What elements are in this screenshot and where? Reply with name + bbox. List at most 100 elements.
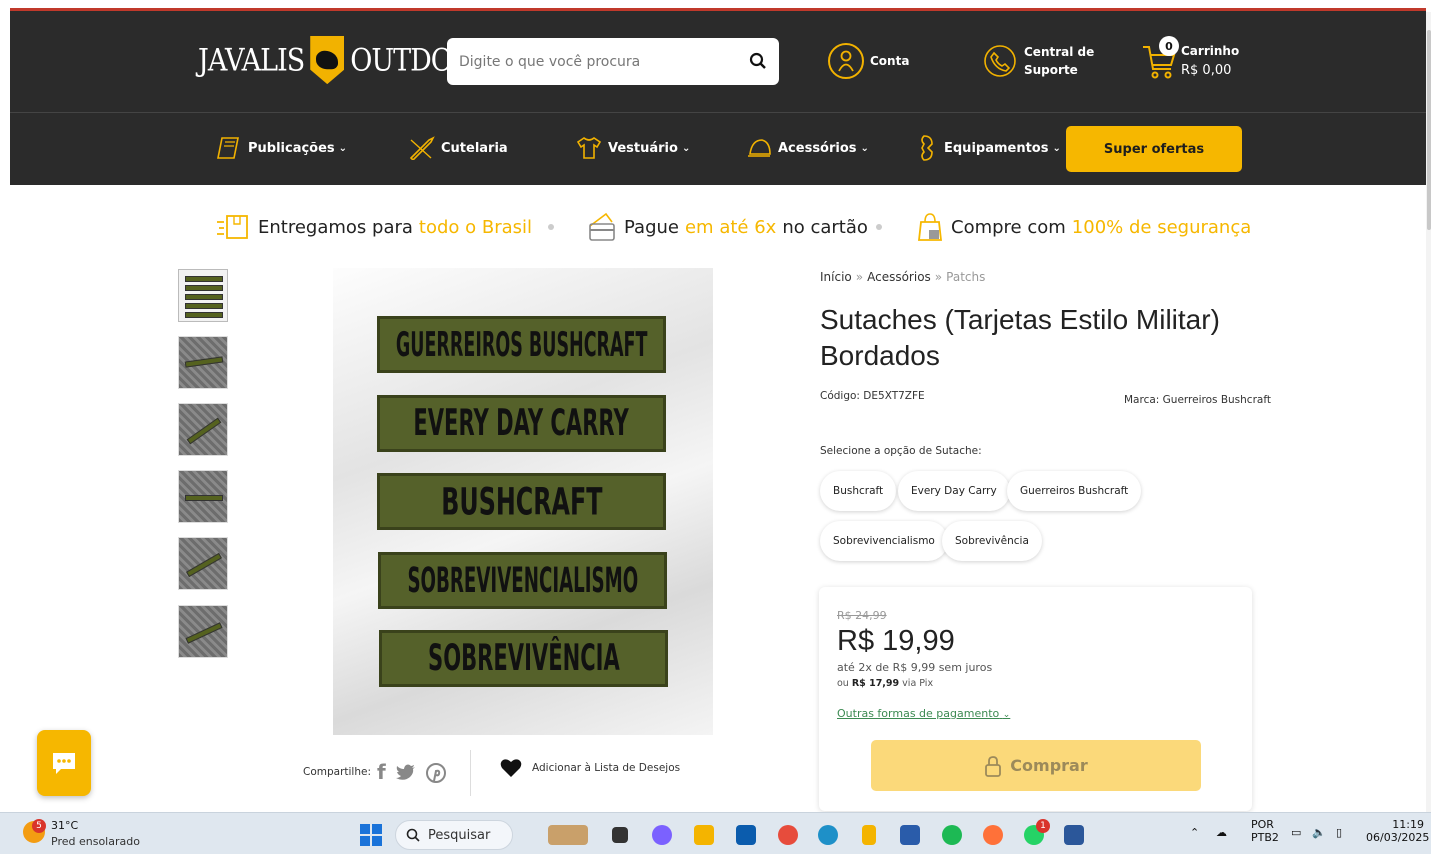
patch-label: EVERY DAY CARRY xyxy=(413,402,630,445)
store-icon[interactable] xyxy=(736,825,756,845)
heart-icon xyxy=(500,759,522,777)
product-thumbnail[interactable] xyxy=(178,269,228,322)
other-payments-link[interactable]: Outras formas de pagamento ⌄ xyxy=(837,707,1010,720)
onedrive-icon[interactable]: ☁ xyxy=(1216,826,1227,839)
product-main-image[interactable]: GUERREIROS BUSHCRAFT EVERY DAY CARRY BUS… xyxy=(333,268,713,735)
breadcrumb-home[interactable]: Início xyxy=(820,270,852,284)
nav-acessorios-label: Acessórios xyxy=(778,140,857,156)
product-thumbnail[interactable] xyxy=(178,336,228,389)
product-thumbnail[interactable] xyxy=(178,537,228,590)
clock-time: 11:19 xyxy=(1392,818,1424,831)
book-icon xyxy=(217,137,239,159)
product-brand[interactable]: Marca: Guerreiros Bushcraft xyxy=(1124,394,1271,406)
volume-icon[interactable]: 🔈 xyxy=(1312,826,1326,839)
shirt-icon xyxy=(576,137,602,159)
benefit-installments-suffix: no cartão xyxy=(782,216,868,238)
app-icon[interactable] xyxy=(900,825,920,845)
breadcrumb: Início» Acessórios» Patchs xyxy=(820,270,986,284)
twitter-icon[interactable] xyxy=(395,763,416,783)
battery-icon[interactable]: ▯ xyxy=(1336,826,1342,839)
patch-sobrevivencia: SOBREVIVÊNCIA xyxy=(379,630,668,687)
chevron-down-icon: ⌄ xyxy=(860,142,869,154)
notes-icon[interactable] xyxy=(862,825,876,845)
option-guerreiros-bushcraft[interactable]: Guerreiros Bushcraft xyxy=(1007,471,1142,511)
wishlist-label: Adicionar à Lista de Desejos xyxy=(532,762,681,774)
nav-cutelaria[interactable]: Cutelaria xyxy=(409,136,508,160)
benefit-installments: Pague em até 6x no cartão xyxy=(588,212,868,242)
account-label: Conta xyxy=(870,54,910,68)
spotify-icon[interactable] xyxy=(942,825,962,845)
edge-icon[interactable] xyxy=(818,825,838,845)
card-icon xyxy=(589,212,615,241)
patch-label: BUSHCRAFT xyxy=(440,479,603,524)
search-input[interactable] xyxy=(459,50,739,74)
benefit-security-highlight: 100% de segurança xyxy=(1071,216,1252,238)
weather-desc[interactable]: Pred ensolarado xyxy=(51,835,140,848)
tray-chevron-up-icon[interactable]: ⌃ xyxy=(1190,826,1199,839)
secure-bag-icon xyxy=(917,213,943,241)
breadcrumb-accessories[interactable]: Acessórios xyxy=(867,270,931,284)
word-icon[interactable] xyxy=(1064,825,1084,845)
option-every-day-carry[interactable]: Every Day Carry xyxy=(898,471,1010,511)
chat-widget-button[interactable] xyxy=(37,730,91,796)
product-code: Código: DE5XT7ZFE xyxy=(820,390,925,402)
weather-temp[interactable]: 31°C xyxy=(51,819,78,832)
network-icon[interactable]: ▭ xyxy=(1291,826,1301,839)
taskbar-search[interactable]: Pesquisar xyxy=(395,820,513,850)
product-thumbnail[interactable] xyxy=(178,605,228,658)
other-payments-label: Outras formas de pagamento xyxy=(837,707,1000,720)
task-view-icon[interactable] xyxy=(612,827,628,843)
breadcrumb-current: Patchs xyxy=(946,270,986,284)
option-sobrevivencialismo[interactable]: Sobrevivencialismo xyxy=(820,521,948,561)
product-thumbnail[interactable] xyxy=(178,403,228,456)
separator-dot xyxy=(548,224,554,230)
benefit-delivery: Entregamos para todo o Brasil xyxy=(216,212,532,242)
windows-start-icon[interactable] xyxy=(360,824,382,846)
buy-button[interactable]: Comprar xyxy=(871,740,1201,791)
nav-acessorios[interactable]: Acessórios ⌄ xyxy=(746,136,869,160)
nav-vestuario[interactable]: Vestuário ⌄ xyxy=(576,136,690,160)
nav-equipamentos[interactable]: Equipamentos ⌄ xyxy=(916,135,1061,161)
benefit-installments-highlight: em até 6x xyxy=(684,216,777,238)
installments-text: até 2x de R$ 9,99 sem juros xyxy=(837,661,993,674)
widgets-app-icon[interactable] xyxy=(548,825,588,845)
option-label: Selecione a opção de Sutache: xyxy=(820,445,982,457)
option-bushcraft[interactable]: Bushcraft xyxy=(820,471,897,511)
nav-publicacoes-label: Publicações xyxy=(248,140,335,156)
language-indicator[interactable]: POR PTB2 xyxy=(1251,818,1279,844)
super-offers-button[interactable]: Super ofertas xyxy=(1066,126,1242,172)
option-sobrevivencia[interactable]: Sobrevivência xyxy=(942,521,1042,561)
whatsapp-badge: 1 xyxy=(1036,819,1050,833)
product-thumbnail[interactable] xyxy=(178,470,228,523)
product-title: Sutaches (Tarjetas Estilo Militar) Borda… xyxy=(820,304,1220,371)
cart-label: Carrinho xyxy=(1181,44,1240,58)
chevron-down-icon: ⌄ xyxy=(1002,710,1011,720)
account-link[interactable]: Conta xyxy=(828,43,909,79)
user-icon xyxy=(828,43,864,79)
search-icon[interactable] xyxy=(749,52,767,70)
share-divider xyxy=(470,750,471,796)
lock-icon xyxy=(985,755,1002,777)
page-scrollbar-thumb[interactable] xyxy=(1427,30,1431,230)
firefox-icon[interactable] xyxy=(983,825,1003,845)
benefit-security-text: Compre com xyxy=(951,216,1066,238)
nav-publicacoes[interactable]: Publicações ⌄ xyxy=(216,136,347,160)
wishlist-button[interactable]: Adicionar à Lista de Desejos xyxy=(500,758,680,778)
weather-badge: 5 xyxy=(32,819,46,833)
file-explorer-icon[interactable] xyxy=(694,825,714,845)
language-line2: PTB2 xyxy=(1251,831,1279,844)
facebook-icon[interactable]: f xyxy=(377,760,386,784)
benefit-delivery-highlight: todo o Brasil xyxy=(418,216,533,238)
language-line1: POR xyxy=(1251,818,1274,831)
pinterest-icon[interactable] xyxy=(425,763,446,783)
clock[interactable]: 11:19 06/03/2025 xyxy=(1366,818,1430,844)
support-link[interactable]: Central de Suporte xyxy=(982,43,1094,79)
cart-link[interactable]: Carrinho R$ 0,00 xyxy=(1141,41,1239,81)
chrome-icon[interactable] xyxy=(778,825,798,845)
benefit-installments-text: Pague xyxy=(624,216,679,238)
clock-date: 06/03/2025 xyxy=(1366,831,1430,844)
windows-taskbar: 5 31°C Pred ensolarado Pesquisar 1 ⌃ ☁ P… xyxy=(0,812,1431,854)
copilot-icon[interactable] xyxy=(652,825,672,845)
share-label: Compartilhe: xyxy=(303,766,372,778)
benefit-security: Compre com 100% de segurança xyxy=(917,212,1251,242)
